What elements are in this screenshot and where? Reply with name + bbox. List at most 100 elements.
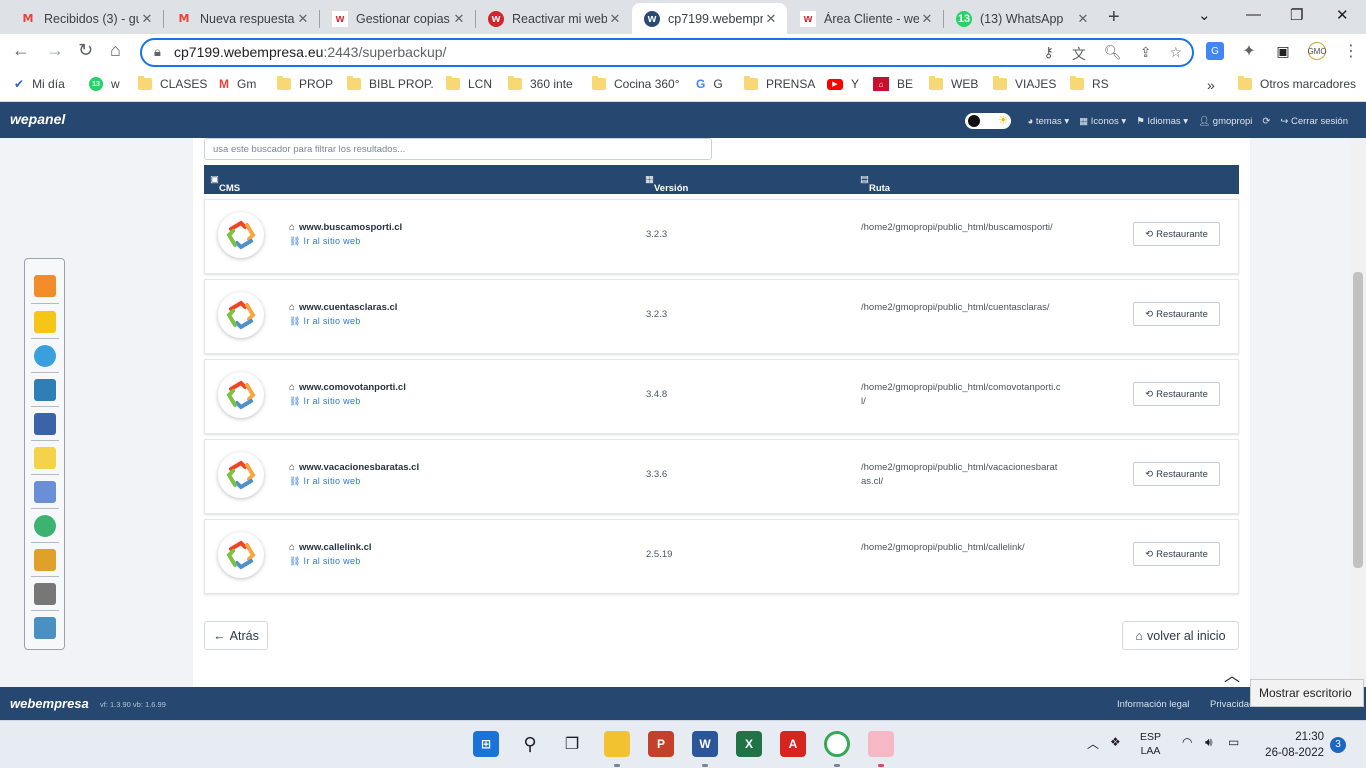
bookmarks-overflow-button[interactable]: » [1207,77,1215,93]
word-icon[interactable]: W [692,731,718,757]
server-icon[interactable] [34,413,56,435]
acrobat-icon[interactable]: A [780,731,806,757]
close-icon[interactable]: ✕ [451,11,467,27]
excel-icon[interactable]: X [736,731,762,757]
share-icon[interactable]: ⇪ [1140,44,1152,64]
legal-info-link[interactable]: Información legal [1117,699,1189,710]
lock-icon[interactable]: 🔒︎ [154,44,161,60]
close-icon[interactable]: ✕ [1075,11,1091,27]
other-bookmarks-folder[interactable]: Otros marcadores [1238,76,1356,91]
languages-menu[interactable]: ⚑ Idiomas ▾ [1136,116,1188,127]
restore-button[interactable]: ⟲ Restaurante [1133,462,1220,486]
close-icon[interactable]: ✕ [607,11,623,27]
side-panel-icon[interactable]: ▣ [1274,42,1292,60]
tab-search-chevron-icon[interactable]: ⌄ [1198,6,1211,24]
theme-toggle[interactable]: ☀ [965,113,1012,129]
bookmark-item[interactable]: ▶ Y [827,77,859,91]
browser-tab[interactable]: w Área Cliente - we ✕ [788,3,943,34]
translate-icon[interactable]: 文 [1072,44,1086,64]
search-icon[interactable]: ⚲ [517,731,543,757]
dropbox-icon[interactable]: ❖ [1110,735,1121,749]
wrench-icon[interactable] [34,583,56,605]
language-indicator[interactable]: ESP LAA [1140,730,1161,758]
new-tab-button[interactable]: + [1108,6,1120,29]
extensions-puzzle-icon[interactable]: ✦ [1240,42,1258,60]
email-icon[interactable] [34,447,56,469]
bookmark-folder[interactable]: CLASES [138,76,207,91]
home-tool-icon[interactable] [34,275,56,297]
powerpoint-icon[interactable]: P [648,731,674,757]
restore-button[interactable]: ⟲ Restaurante [1133,382,1220,406]
icons-menu[interactable]: ▦ Iconos ▾ [1079,116,1126,127]
bookmark-folder[interactable]: Cocina 360° [592,76,680,91]
bookmark-folder[interactable]: PROP [277,76,333,91]
seo-globe-icon[interactable] [34,515,56,537]
key-icon[interactable]: ⚷ [1044,44,1054,64]
browser-tab[interactable]: M Nueva respuesta ✕ [164,3,319,34]
clock[interactable]: 21:30 26-08-2022 [1262,729,1324,761]
bookmark-item[interactable]: M Gm [219,77,256,91]
visit-site-link[interactable]: ⛓ Ir al sitio web [289,316,361,327]
bookmark-folder[interactable]: 360 inte [508,76,573,91]
minimize-button[interactable]: — [1246,6,1261,23]
themes-menu[interactable]: ◕ temas ▾ [1027,116,1069,127]
logout-button[interactable]: ↪ Cerrar sesión [1280,116,1348,127]
user-menu[interactable]: 👤︎ gmopropi [1198,116,1252,127]
close-icon[interactable]: ✕ [295,11,311,27]
globe-icon[interactable] [34,345,56,367]
show-hidden-icons-chevron-icon[interactable]: ︿ [1087,735,1099,752]
volume-icon[interactable]: 🔊︎ [1205,735,1213,750]
home-icon[interactable]: ⌂ [110,40,121,61]
restore-button[interactable]: ⟲ Restaurante [1133,302,1220,326]
chrome-icon[interactable] [824,731,850,757]
bookmark-folder[interactable]: WEB [929,76,978,91]
windows-start-icon[interactable]: ⊞ [473,731,499,757]
google-translate-extension-icon[interactable]: G [1206,42,1224,60]
restore-button[interactable]: ⟲ Restaurante [1133,222,1220,246]
close-icon[interactable]: ✕ [763,11,779,27]
browser-tab-active[interactable]: w cp7199.webempr ✕ [632,3,787,34]
maximize-button[interactable]: ❐ [1290,6,1303,24]
scroll-to-top-chevron-icon[interactable]: ︿ [1224,662,1240,686]
close-icon[interactable]: ✕ [139,11,155,27]
file-explorer-icon[interactable] [604,731,630,757]
zoom-icon[interactable]: 🔍︎ [1104,44,1122,64]
bookmark-folder[interactable]: LCN [446,76,492,91]
back-button[interactable]: ← Atrás [204,621,268,650]
profile-avatar[interactable]: GMO [1307,42,1327,60]
page-scrollbar[interactable] [1350,138,1366,687]
restore-button[interactable]: ⟲ Restaurante [1133,542,1220,566]
weather-app-icon[interactable] [868,731,894,757]
close-icon[interactable]: ✕ [919,11,935,27]
bookmark-item[interactable]: 13 w [89,77,120,91]
bookmark-folder[interactable]: VIAJES [993,76,1056,91]
tools-icon[interactable] [34,549,56,571]
forward-arrow-icon[interactable]: → [46,40,64,61]
back-arrow-icon[interactable]: ← [12,40,30,61]
url-text[interactable]: cp7199.webempresa.eu:2443/superbackup/ [174,44,446,60]
visit-site-link[interactable]: ⛓ Ir al sitio web [289,396,361,407]
stats-chart-icon[interactable] [34,481,56,503]
back-to-start-button[interactable]: ⌂ volver al inicio [1122,621,1239,650]
bookmark-folder[interactable]: BIBL PROP. [347,76,434,91]
bookmark-folder[interactable]: RS [1070,76,1109,91]
visit-site-link[interactable]: ⛓ Ir al sitio web [289,556,361,567]
menu-kebab-icon[interactable]: ⋮ [1342,42,1360,60]
file-manager-icon[interactable] [34,311,56,333]
browser-tab[interactable]: 13 (13) WhatsApp ✕ [944,3,1099,34]
browser-tab[interactable]: M Recibidos (3) - gu ✕ [8,3,163,34]
notifications-badge[interactable]: 3 [1330,737,1346,753]
visit-site-link[interactable]: ⛓ Ir al sitio web [289,236,361,247]
browser-tab[interactable]: w Reactivar mi web ✕ [476,3,631,34]
wepanel-logo[interactable]: wepanel [10,111,65,127]
task-view-icon[interactable]: ❐ [559,731,585,757]
bookmark-star-icon[interactable]: ☆ [1169,44,1182,64]
scrollbar-thumb[interactable] [1353,272,1363,568]
privacy-link[interactable]: Privacidad [1210,699,1254,710]
browser-tab[interactable]: w Gestionar copias ✕ [320,3,475,34]
reload-icon[interactable]: ↻ [78,40,93,61]
filter-search-input[interactable]: usa este buscador para filtrar los resul… [204,138,712,160]
bookmark-item[interactable]: ⌂ BE [873,77,913,91]
address-bar[interactable]: 🔒︎ cp7199.webempresa.eu:2443/superbackup… [140,38,1194,67]
battery-icon[interactable]: ▭ [1228,735,1239,749]
